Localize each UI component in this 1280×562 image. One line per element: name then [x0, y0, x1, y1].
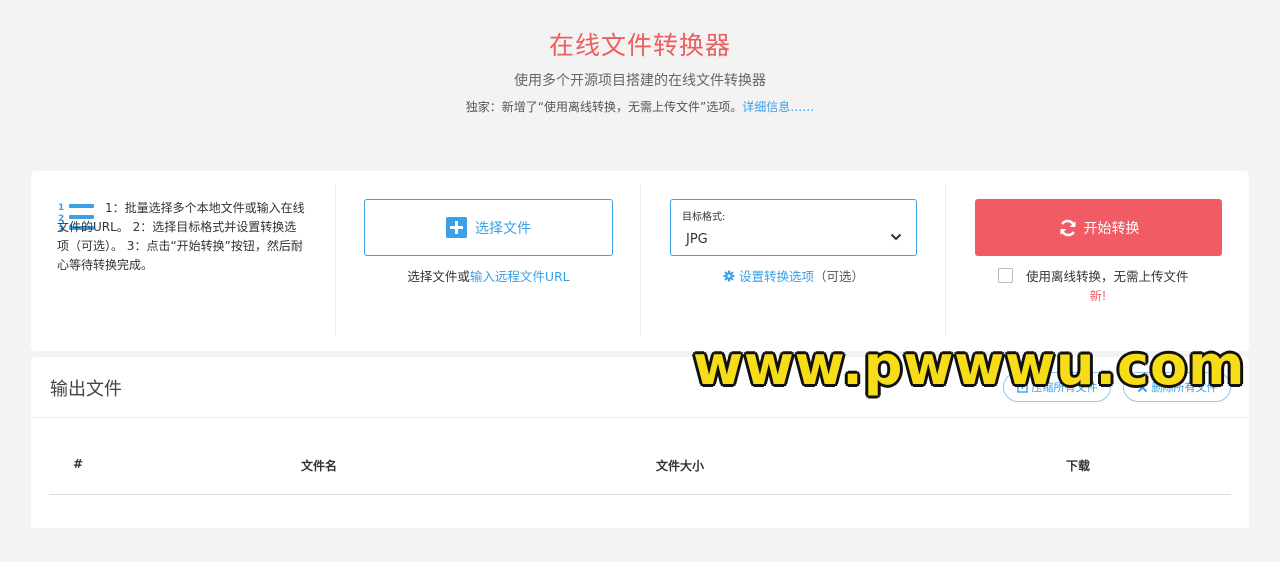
notice-text: 独家：新增了“使用离线转换，无需上传文件”选项。 [465, 100, 743, 114]
plus-icon [446, 217, 467, 238]
start-convert-button[interactable]: 开始转换 [975, 199, 1222, 256]
refresh-icon [1060, 219, 1075, 236]
convert-options: 设置转换选项（可选） [641, 266, 946, 285]
steps-instructions: 1：批量选择多个本地文件或输入在线文件的URL。 2：选择目标格式并设置转换选项… [57, 201, 305, 272]
details-link[interactable]: 详细信息…… [742, 100, 814, 114]
target-format-value: JPG [686, 232, 708, 247]
column-download: 下载 [1066, 459, 1091, 473]
gear-icon [723, 270, 735, 282]
offline-option: 使用离线转换，无需上传文件 [998, 266, 1189, 285]
start-convert-label: 开始转换 [1083, 220, 1140, 237]
offline-label: 使用离线转换，无需上传文件 [1026, 269, 1189, 284]
convert-column: 开始转换 使用离线转换，无需上传文件 新! [945, 184, 1249, 336]
chevron-down-icon [890, 233, 902, 241]
target-format-select[interactable]: 目标格式: JPG [670, 199, 917, 256]
convert-options-link[interactable]: 设置转换选项 [739, 269, 814, 284]
page-title: 在线文件转换器 [548, 31, 731, 60]
offline-checkbox[interactable] [998, 268, 1013, 283]
select-files-button[interactable]: 选择文件 [364, 199, 613, 256]
select-hint-text: 选择文件或 [407, 269, 470, 284]
page-subtitle: 使用多个开源项目搭建的在线文件转换器 [514, 73, 766, 89]
watermark: www.pwwwu.com [693, 334, 1246, 397]
target-format-label: 目标格式: [682, 212, 726, 223]
new-badge: 新! [1089, 289, 1107, 303]
convert-options-optional: （可选） [814, 269, 865, 284]
converter-panel: 1 2 3 1：批量选择多个本地文件或输入在线文件的URL。 2：选择目标格式并… [31, 171, 1249, 351]
notice: 独家：新增了“使用离线转换，无需上传文件”选项。详细信息…… [0, 98, 1280, 115]
select-column: 选择文件 选择文件或输入远程文件URL [335, 184, 640, 336]
steps-column: 1 2 3 1：批量选择多个本地文件或输入在线文件的URL。 2：选择目标格式并… [31, 184, 335, 336]
remote-url-link[interactable]: 输入远程文件URL [470, 269, 570, 284]
column-index: # [73, 457, 84, 471]
column-filesize: 文件大小 [656, 459, 705, 473]
output-divider [31, 417, 1249, 418]
output-title: 输出文件 [50, 379, 122, 400]
output-table-header: # 文件名 文件大小 下载 [49, 449, 1231, 495]
format-column: 目标格式: JPG 设置转换选项（可选） [640, 184, 945, 336]
select-files-label: 选择文件 [475, 220, 531, 237]
column-filename: 文件名 [301, 459, 338, 473]
select-hint: 选择文件或输入远程文件URL [336, 266, 641, 285]
